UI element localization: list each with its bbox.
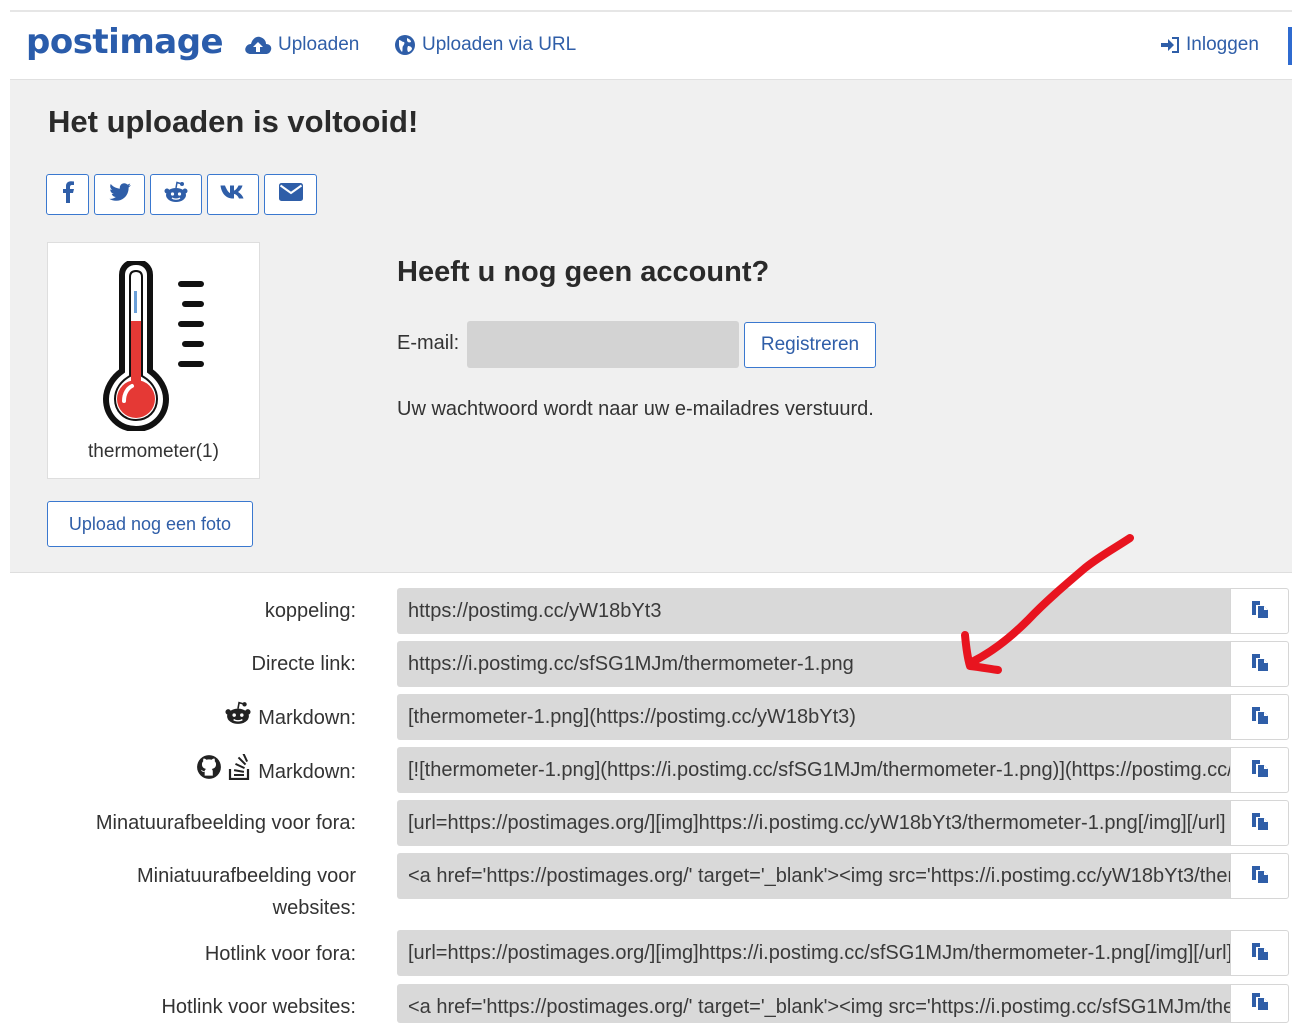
copy-icon	[1250, 811, 1270, 836]
link-label: Miniatuurafbeelding voor websites:	[137, 860, 356, 924]
link-field[interactable]: [![thermometer-1.png](https://i.postimg.…	[397, 747, 1230, 793]
copy-button[interactable]	[1230, 747, 1289, 793]
sign-in-icon	[1160, 37, 1180, 53]
link-field[interactable]: [url=https://postimages.org/][img]https:…	[397, 930, 1230, 976]
copy-button[interactable]	[1230, 853, 1289, 899]
nav-upload[interactable]: Uploaden	[244, 34, 359, 56]
share-mail-button[interactable]	[264, 174, 317, 215]
email-label: E-mail:	[397, 332, 460, 354]
thermometer-icon	[98, 258, 212, 436]
link-label-text: Hotlink voor websites:	[161, 996, 356, 1018]
link-label-text: Hotlink voor fora:	[204, 943, 356, 965]
link-label: Markdown:	[224, 701, 356, 735]
link-label-text: Markdown:	[258, 707, 356, 729]
nav-upload-url-label: Uploaden via URL	[422, 34, 577, 55]
upload-again-button[interactable]: Upload nog een foto	[47, 501, 253, 547]
link-field[interactable]: [url=https://postimages.org/][img]https:…	[397, 800, 1230, 846]
mail-icon	[278, 183, 303, 206]
link-field[interactable]: <a href='https://postimages.org/' target…	[397, 853, 1230, 899]
facebook-icon	[61, 181, 75, 208]
nav-login[interactable]: Inloggen	[1160, 34, 1259, 56]
link-label: Directe link:	[252, 648, 356, 680]
copy-icon	[1250, 991, 1270, 1016]
logo[interactable]: postimage	[26, 22, 224, 62]
github-icon	[196, 754, 222, 790]
share-twitter-button[interactable]	[94, 174, 145, 215]
link-label-text: koppeling:	[264, 600, 356, 622]
navbar: postimage Uploaden Uploaden via URL Inlo…	[10, 12, 1292, 80]
cloud-upload-icon	[244, 35, 272, 55]
share-reddit-button[interactable]	[150, 174, 202, 215]
password-note: Uw wachtwoord wordt naar uw e-mailadres …	[397, 398, 874, 420]
nav-upload-label: Uploaden	[278, 34, 360, 55]
nav-upload-url[interactable]: Uploaden via URL	[394, 34, 576, 56]
copy-button[interactable]	[1230, 694, 1289, 740]
copy-button[interactable]	[1230, 800, 1289, 846]
link-label: Markdown:	[196, 752, 356, 790]
copy-icon	[1250, 705, 1270, 730]
reddit-icon	[164, 181, 188, 208]
link-label: Hotlink voor fora:	[205, 938, 356, 970]
uploaded-image-thumbnail[interactable]: thermometer(1)	[47, 242, 260, 479]
reddit-icon	[224, 701, 252, 735]
register-button[interactable]: Registreren	[744, 322, 876, 368]
nav-edge-button[interactable]	[1288, 27, 1292, 65]
thumbnail-caption: thermometer(1)	[88, 441, 219, 462]
copy-icon	[1250, 599, 1270, 624]
copy-icon	[1250, 864, 1270, 889]
share-facebook-button[interactable]	[46, 174, 89, 215]
link-label: Hotlink voor websites:	[161, 991, 356, 1023]
account-title: Heeft u nog geen account?	[397, 256, 770, 288]
link-label-text: Miniatuurafbeelding voor	[136, 865, 356, 887]
share-vk-button[interactable]	[207, 174, 259, 215]
link-label-text: Directe link:	[251, 653, 356, 675]
copy-button[interactable]	[1230, 930, 1289, 976]
link-label-text: websites:	[272, 897, 356, 919]
copy-button[interactable]	[1230, 641, 1289, 687]
link-label-text: Minatuurafbeelding voor fora:	[95, 812, 356, 834]
vk-icon	[220, 184, 246, 205]
upload-result-panel: Het uploaden is voltooid! thermometer(1)…	[10, 80, 1292, 573]
copy-button[interactable]	[1230, 588, 1289, 634]
annotation-arrow-icon	[950, 530, 1140, 685]
copy-icon	[1250, 758, 1270, 783]
copy-button[interactable]	[1230, 984, 1289, 1023]
stackoverflow-icon	[228, 752, 252, 790]
link-label: koppeling:	[265, 595, 356, 627]
twitter-icon	[108, 183, 131, 206]
nav-login-label: Inloggen	[1186, 34, 1259, 55]
link-field[interactable]: [thermometer-1.png](https://postimg.cc/y…	[397, 694, 1230, 740]
globe-icon	[394, 34, 416, 56]
link-label: Minatuurafbeelding voor fora:	[96, 807, 356, 839]
page-title: Het uploaden is voltooid!	[48, 104, 419, 139]
email-field[interactable]	[467, 321, 739, 368]
copy-icon	[1250, 652, 1270, 677]
link-label-text: Markdown:	[258, 761, 356, 783]
link-field[interactable]: <a href='https://postimages.org/' target…	[397, 984, 1230, 1023]
copy-icon	[1250, 941, 1270, 966]
